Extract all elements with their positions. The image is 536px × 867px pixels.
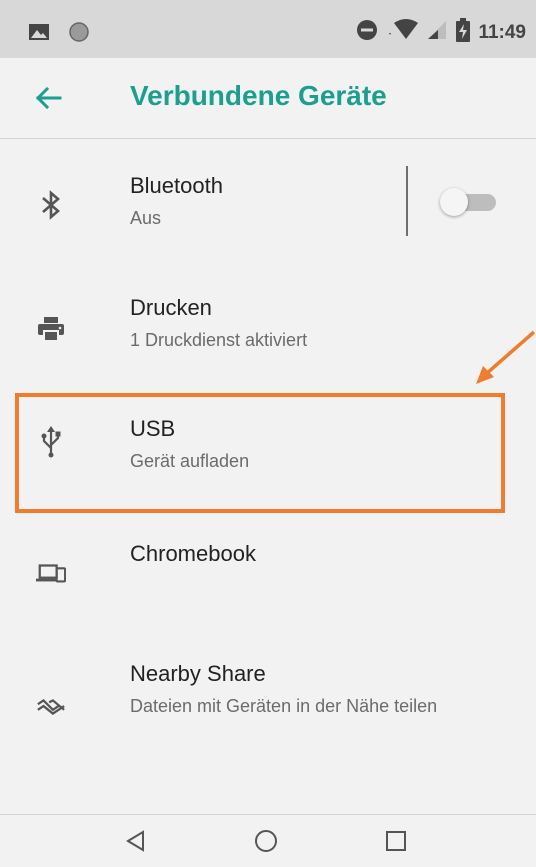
divider [406, 166, 408, 236]
navigation-bar [0, 814, 536, 867]
nav-recents-button[interactable] [376, 825, 416, 861]
status-bar: 11:49 [0, 0, 536, 58]
item-title: Chromebook [130, 541, 256, 566]
laptop-phone-icon [36, 558, 66, 588]
list-item-chromebook[interactable]: Chromebook [0, 528, 536, 628]
item-subtitle: 1 Druckdienst aktiviert [130, 330, 308, 350]
item-title: Nearby Share [130, 661, 266, 686]
wifi-icon [386, 19, 419, 46]
signal-icon [426, 19, 448, 46]
back-triangle-icon [125, 829, 147, 857]
status-time: 11:49 [478, 21, 526, 43]
page-title: Verbundene Geräte [130, 80, 387, 111]
back-button[interactable] [30, 78, 74, 118]
item-subtitle: Dateien mit Geräten in der Nähe teilen [130, 696, 438, 716]
bluetooth-icon [36, 190, 66, 220]
item-title: Bluetooth [130, 173, 223, 198]
do-not-disturb-icon [356, 19, 378, 46]
nearby-share-icon [36, 692, 66, 722]
annotation-arrow [470, 330, 536, 395]
usb-highlight-box [15, 393, 505, 513]
circle-icon [68, 21, 90, 48]
list-item-nearby-share[interactable]: Nearby Share Dateien mit Geräten in der … [0, 650, 536, 770]
battery-charging-icon [456, 18, 471, 47]
printer-icon [36, 314, 66, 344]
home-circle-icon [254, 829, 278, 858]
recents-square-icon [385, 830, 407, 857]
nav-home-button[interactable] [246, 825, 286, 861]
nav-back-button[interactable] [116, 825, 156, 861]
app-bar: Verbundene Geräte [0, 58, 536, 139]
item-subtitle: Aus [130, 208, 162, 228]
list-item-drucken[interactable]: Drucken 1 Druckdienst aktiviert [0, 282, 536, 382]
image-icon [28, 23, 50, 46]
item-title: Drucken [130, 295, 212, 320]
toggle-thumb [440, 188, 468, 216]
arrow-left-icon [30, 86, 66, 122]
bluetooth-toggle[interactable] [438, 184, 498, 220]
